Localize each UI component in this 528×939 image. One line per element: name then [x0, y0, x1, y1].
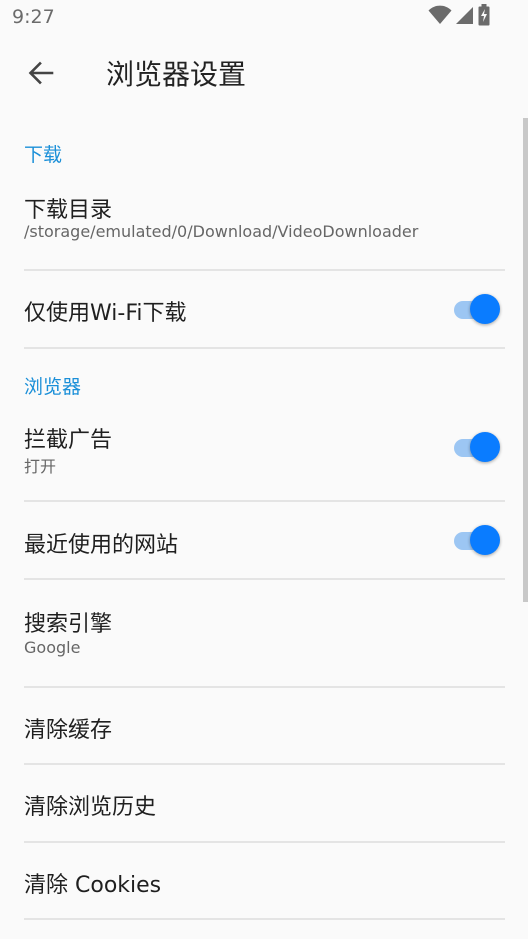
wifi-icon: [428, 5, 452, 29]
pref-summary: 打开: [24, 457, 57, 476]
section-header-browser: 浏览器: [24, 376, 82, 398]
pref-summary: Google: [24, 638, 81, 657]
status-time: 9:27: [12, 6, 55, 28]
arrow-back-icon: [28, 61, 54, 89]
status-bar: 9:27: [0, 0, 528, 36]
switch-thumb: [470, 294, 500, 324]
battery-charging-icon: [478, 4, 490, 30]
pref-clear-cache[interactable]: 清除缓存: [0, 688, 528, 764]
switch-thumb: [470, 525, 500, 555]
wifi-only-switch[interactable]: [452, 293, 500, 325]
status-icons: [428, 4, 490, 30]
pref-title: 拦截广告: [24, 428, 113, 453]
pref-wifi-only[interactable]: 仅使用Wi-Fi下载: [0, 271, 528, 348]
block-ads-switch[interactable]: [452, 431, 500, 463]
page-title: 浏览器设置: [106, 58, 247, 91]
divider: [24, 347, 505, 349]
pref-title: 搜索引擎: [24, 612, 113, 637]
pref-title: 最近使用的网站: [24, 533, 179, 558]
divider: [24, 918, 505, 920]
pref-title: 清除缓存: [24, 718, 113, 743]
app-bar: 浏览器设置: [0, 36, 528, 116]
pref-title: 下载目录: [24, 198, 113, 223]
back-button[interactable]: [20, 54, 62, 96]
pref-clear-cookies[interactable]: 清除 Cookies: [0, 843, 528, 919]
pref-block-ads[interactable]: 拦截广告 打开: [0, 412, 528, 501]
pref-summary: /storage/emulated/0/Download/VideoDownlo…: [24, 222, 419, 241]
pref-clear-history[interactable]: 清除浏览历史: [0, 765, 528, 841]
signal-icon: [456, 5, 474, 29]
pref-title: 仅使用Wi-Fi下载: [24, 301, 187, 326]
pref-download-directory[interactable]: 下载目录 /storage/emulated/0/Download/VideoD…: [0, 180, 528, 270]
pref-search-engine[interactable]: 搜索引擎 Google: [0, 580, 528, 687]
pref-title: 清除 Cookies: [24, 873, 162, 898]
recent-sites-switch[interactable]: [452, 524, 500, 556]
pref-title: 清除浏览历史: [24, 795, 157, 820]
pref-recent-sites[interactable]: 最近使用的网站: [0, 502, 528, 579]
switch-thumb: [470, 432, 500, 462]
section-header-download: 下载: [24, 144, 63, 166]
